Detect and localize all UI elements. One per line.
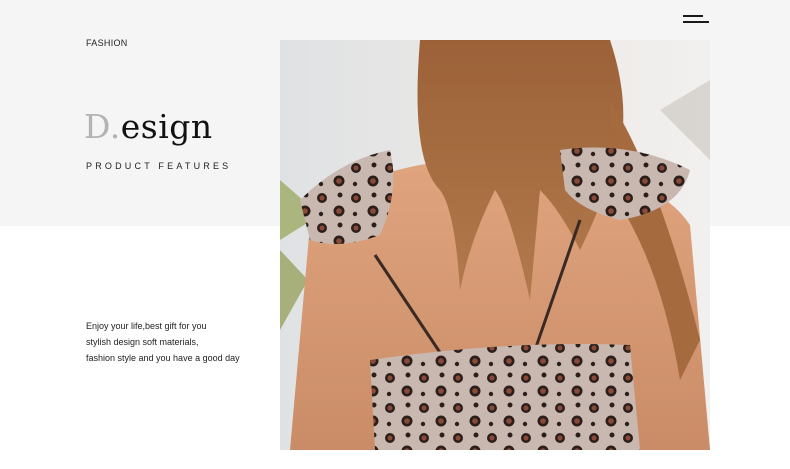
product-photo-illustration	[280, 40, 710, 450]
title-rest: esign	[120, 107, 213, 146]
section-label: FASHION	[86, 38, 128, 48]
page-title: D.esign	[84, 107, 213, 147]
description-line: fashion style and you have a good day	[86, 353, 240, 363]
product-photo	[280, 40, 710, 450]
menu-icon[interactable]	[683, 14, 711, 26]
description-line: stylish design soft materials,	[86, 337, 199, 347]
description: Enjoy your life,best gift for you stylis…	[86, 318, 240, 366]
menu-bar-bottom	[683, 21, 709, 23]
description-line: Enjoy your life,best gift for you	[86, 321, 207, 331]
subtitle: PRODUCT FEATURES	[86, 161, 232, 171]
title-initial: D.	[84, 107, 121, 146]
menu-bar-top	[683, 15, 703, 17]
